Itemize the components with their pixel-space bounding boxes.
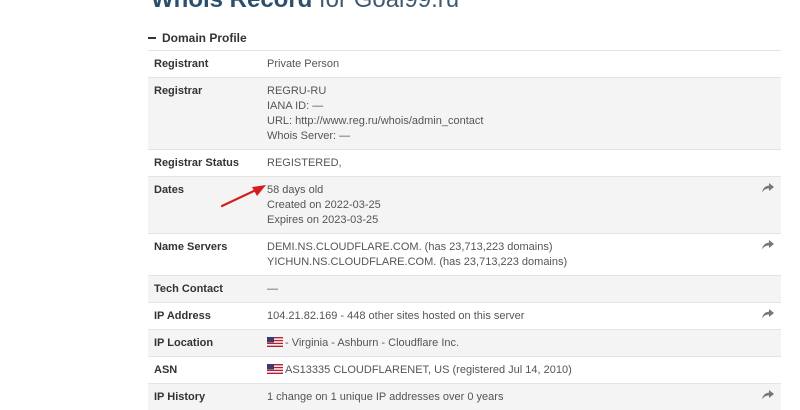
row-label: Name Servers: [148, 234, 261, 276]
row-tech-contact: Tech Contact —: [148, 276, 781, 303]
name-server: DEMI.NS.CLOUDFLARE.COM. (has 23,713,223 …: [267, 240, 749, 255]
row-dates: Dates 58 days old Created on 2022-03-25 …: [148, 177, 781, 234]
created-date: Created on 2022-03-25: [267, 198, 749, 213]
page-title-domain: for Goal99.ru: [319, 0, 459, 13]
expires-date: Expires on 2023-03-25: [267, 213, 749, 228]
row-name-servers: Name Servers DEMI.NS.CLOUDFLARE.COM. (ha…: [148, 234, 781, 276]
section-label: Domain Profile: [162, 27, 247, 49]
row-ip-location: IP Location - Virginia - Ashburn - Cloud…: [148, 330, 781, 357]
whois-table: Registrant Private Person Registrar REGR…: [148, 50, 781, 410]
row-registrar-status: Registrar Status REGISTERED,: [148, 150, 781, 177]
row-asn: ASN AS13335 CLOUDFLARENET, US (registere…: [148, 357, 781, 384]
asn-value: AS13335 CLOUDFLARENET, US (registered Ju…: [285, 364, 572, 376]
us-flag-icon: [267, 364, 283, 374]
row-value: Private Person: [267, 57, 749, 72]
row-ip-history: IP History 1 change on 1 unique IP addre…: [148, 384, 781, 410]
registrar-url: URL: http://www.reg.ru/whois/admin_conta…: [267, 114, 749, 129]
row-registrar: Registrar REGRU-RU IANA ID: — URL: http:…: [148, 78, 781, 150]
minus-icon: [148, 37, 156, 39]
row-label: ASN: [148, 357, 261, 384]
row-label: Registrant: [148, 51, 261, 78]
page-title-main: Whois Record: [151, 0, 312, 13]
ip-location-value: - Virginia - Ashburn - Cloudflare Inc.: [285, 337, 459, 349]
row-label: Registrar: [148, 78, 261, 150]
row-value: —: [267, 282, 749, 297]
domain-profile-toggle[interactable]: Domain Profile: [148, 27, 247, 49]
name-server: YICHUN.NS.CLOUDFLARE.COM. (has 23,713,22…: [267, 255, 749, 270]
us-flag-icon: [267, 337, 283, 347]
row-value: 1 change on 1 unique IP addresses over 0…: [267, 390, 749, 405]
registrar-iana: IANA ID: —: [267, 99, 749, 114]
row-label: Tech Contact: [148, 276, 261, 303]
share-arrow-icon[interactable]: [762, 390, 774, 400]
row-ip-address: IP Address 104.21.82.169 - 448 other sit…: [148, 303, 781, 330]
row-value: REGISTERED,: [267, 156, 749, 171]
registrar-name: REGRU-RU: [267, 84, 749, 99]
share-arrow-icon[interactable]: [762, 183, 774, 193]
row-label: IP Address: [148, 303, 261, 330]
share-arrow-icon[interactable]: [762, 240, 774, 250]
registrar-whois-server: Whois Server: —: [267, 129, 749, 144]
row-registrant: Registrant Private Person: [148, 51, 781, 78]
row-label: IP History: [148, 384, 261, 410]
share-arrow-icon[interactable]: [762, 309, 774, 319]
row-label: Registrar Status: [148, 150, 261, 177]
row-value: 104.21.82.169 - 448 other sites hosted o…: [267, 309, 749, 324]
page-title: Whois Record for Goal99.ru: [151, 0, 459, 14]
domain-age: 58 days old: [267, 183, 749, 198]
row-label: Dates: [148, 177, 261, 234]
row-label: IP Location: [148, 330, 261, 357]
